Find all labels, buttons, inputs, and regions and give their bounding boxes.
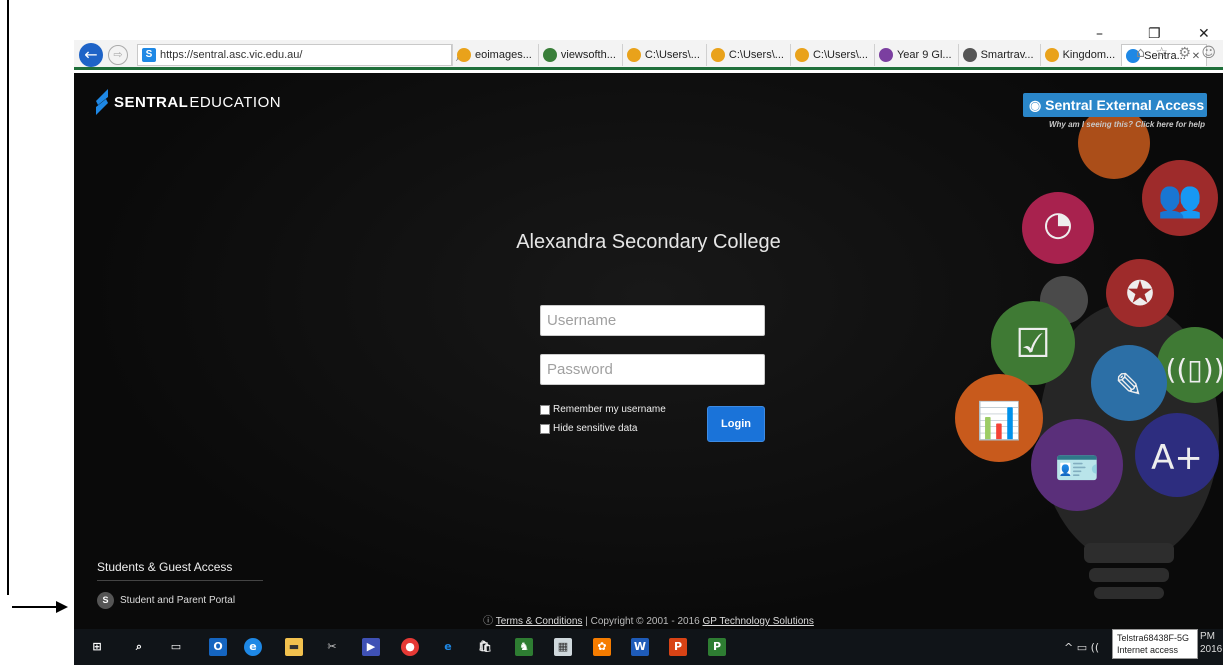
browser-tab[interactable]: Kingdom... (1039, 44, 1122, 66)
app-bird-icon[interactable]: ♞ (515, 638, 533, 656)
external-access-label: Sentral External Access (1045, 97, 1205, 113)
store-icon[interactable]: 🛍 (476, 638, 494, 656)
guest-access-heading: Students & Guest Access (97, 560, 233, 574)
chrome-icon[interactable]: ● (401, 638, 419, 656)
annotation-line (7, 0, 9, 595)
help-circle-icon: ◉ (1029, 97, 1042, 113)
student-parent-portal-link[interactable]: S Student and Parent Portal (97, 592, 235, 609)
brand-sub: EDUCATION (189, 93, 282, 111)
brand-name: SENTRAL (114, 93, 189, 111)
hide-sensitive-checkbox[interactable]: Hide sensitive data (540, 423, 638, 434)
info-icon: ⓘ (483, 616, 494, 627)
outlook-icon[interactable]: O (209, 638, 227, 656)
terms-link[interactable]: Terms & Conditions (496, 616, 583, 627)
snipping-tool-icon[interactable]: ✂ (323, 638, 341, 656)
remember-checkbox[interactable]: Remember my username (540, 404, 666, 415)
screenshot: – ❐ ✕ ← ⇨ S https://sentral.asc.vic.edu.… (0, 0, 1223, 665)
address-text: https://sentral.asc.vic.edu.au/ (160, 49, 303, 61)
hide-sensitive-checkbox-box[interactable] (540, 423, 550, 434)
wifi-tooltip: Telstra68438F-5G Internet access (1112, 629, 1198, 659)
sentral-login-page: ◔ ☑ 👥 ✪ ✎ ((▯)) 📊 🪪 A+ SENTRAL EDUCATION… (74, 73, 1223, 629)
svg-text:A+: A+ (1151, 438, 1203, 478)
wifi-name: Telstra68438F-5G (1117, 633, 1190, 643)
ie-icon (1044, 48, 1059, 62)
onenote-icon (878, 48, 893, 62)
globe-icon (542, 48, 557, 62)
browser-tab[interactable]: C:\Users\... (621, 44, 706, 66)
browser-tab[interactable]: viewsofth... (537, 44, 622, 66)
browser-tab[interactable]: Year 9 Gl... (873, 44, 958, 66)
password-input[interactable] (540, 354, 765, 385)
svg-text:☑: ☑ (1015, 321, 1051, 367)
page-footer: ⓘ Terms & Conditions | Copyright © 2001 … (74, 612, 1223, 627)
paint-icon[interactable]: ✿ (593, 638, 611, 656)
remember-checkbox-box[interactable] (540, 404, 550, 415)
project-icon[interactable]: P (708, 638, 726, 656)
sentral-logo-icon (96, 89, 108, 115)
edge-icon[interactable]: e (439, 638, 457, 656)
browser-tab-label: viewsofth... (560, 49, 616, 61)
windows-taskbar: ⊞ ⌕ ▭ O e ▬ ✂ ▶ ● e 🛍 ♞ ▦ ✿ W P P ^ ▭ ((… (74, 629, 1223, 665)
file-explorer-icon[interactable]: ▬ (285, 638, 303, 656)
svg-text:🪪: 🪪 (1055, 448, 1100, 489)
back-button[interactable]: ← (79, 43, 103, 67)
browser-tab[interactable]: Smartrav... (957, 44, 1040, 66)
smartrav-icon (962, 48, 977, 62)
sentral-favicon-icon: S (142, 48, 156, 62)
word-icon[interactable]: W (631, 638, 649, 656)
powerpoint-icon[interactable]: P (669, 638, 687, 656)
svg-text:((▯)): ((▯)) (1165, 353, 1223, 386)
clock-date: 2016 (1200, 644, 1223, 655)
ie-icon (626, 48, 641, 62)
browser-tab-label: C:\Users\... (812, 49, 868, 61)
tab-strip: eoimages... viewsofth... C:\Users\... C:\Us… (452, 44, 1208, 66)
wifi-status: Internet access (1117, 645, 1179, 655)
remember-label: Remember my username (553, 404, 666, 415)
ie-icon (794, 48, 809, 62)
svg-text:✪: ✪ (1126, 274, 1155, 314)
hide-sensitive-label: Hide sensitive data (553, 423, 638, 434)
start-windows-icon[interactable]: ⊞ (88, 638, 106, 656)
browser-toolbar: ← ⇨ S https://sentral.asc.vic.edu.au/ ⌕ … (74, 40, 1223, 124)
ie-icon (457, 48, 471, 62)
browser-tab-label: Year 9 Gl... (896, 49, 952, 61)
external-access-help-link[interactable]: Why am I seeing this? Click here for hel… (1049, 120, 1205, 129)
company-link[interactable]: GP Technology Solutions (702, 616, 813, 627)
school-name: Alexandra Secondary College (516, 231, 781, 253)
copyright-text: | Copyright © 2001 - 2016 (585, 616, 700, 627)
browser-tab-label: Kingdom... (1062, 49, 1116, 61)
browser-toolbar-icons[interactable]: ⌂ ☆ ⚙ ☺ (1136, 45, 1219, 61)
media-player-icon[interactable]: ▶ (362, 638, 380, 656)
task-view-icon[interactable]: ▭ (167, 638, 185, 656)
brand-logo[interactable]: SENTRAL EDUCATION (94, 87, 281, 117)
annotation-arrow-icon (12, 601, 68, 613)
portal-label: Student and Parent Portal (120, 595, 236, 606)
lightbulb-illustration-icon: ◔ ☑ 👥 ✪ ✎ ((▯)) 📊 🪪 A+ (955, 107, 1223, 599)
search-icon[interactable]: ⌕ (130, 638, 148, 656)
portal-icon: S (97, 592, 114, 609)
clock[interactable]: PM 2016 (1200, 630, 1222, 656)
browser-tab-label: eoimages... (475, 49, 532, 61)
address-bar[interactable]: S https://sentral.asc.vic.edu.au/ ⌕ ▾ 🔒 … (137, 44, 470, 124)
guest-divider (97, 580, 263, 581)
external-access-button[interactable]: ◉ Sentral External Access (1023, 93, 1207, 117)
browser-tab[interactable]: C:\Users\... (705, 44, 790, 66)
system-tray-icons[interactable]: ^ ▭ (( (1064, 641, 1099, 654)
username-input[interactable] (540, 305, 765, 336)
login-button[interactable]: Login (707, 406, 765, 442)
browser-tab[interactable]: C:\Users\... (789, 44, 874, 66)
ie-icon (710, 48, 725, 62)
browser-tab[interactable]: eoimages... (452, 44, 538, 66)
browser-tab-label: Smartrav... (980, 49, 1034, 61)
clock-time: PM (1200, 631, 1215, 642)
svg-text:✎: ✎ (1115, 366, 1144, 406)
calculator-icon[interactable]: ▦ (554, 638, 572, 656)
forward-button[interactable]: ⇨ (108, 45, 128, 65)
internet-explorer-icon[interactable]: e (244, 638, 262, 656)
svg-text:📊: 📊 (977, 400, 1022, 442)
svg-text:👥: 👥 (1158, 179, 1203, 220)
browser-tab-label: C:\Users\... (644, 49, 700, 61)
browser-tab-label: C:\Users\... (728, 49, 784, 61)
